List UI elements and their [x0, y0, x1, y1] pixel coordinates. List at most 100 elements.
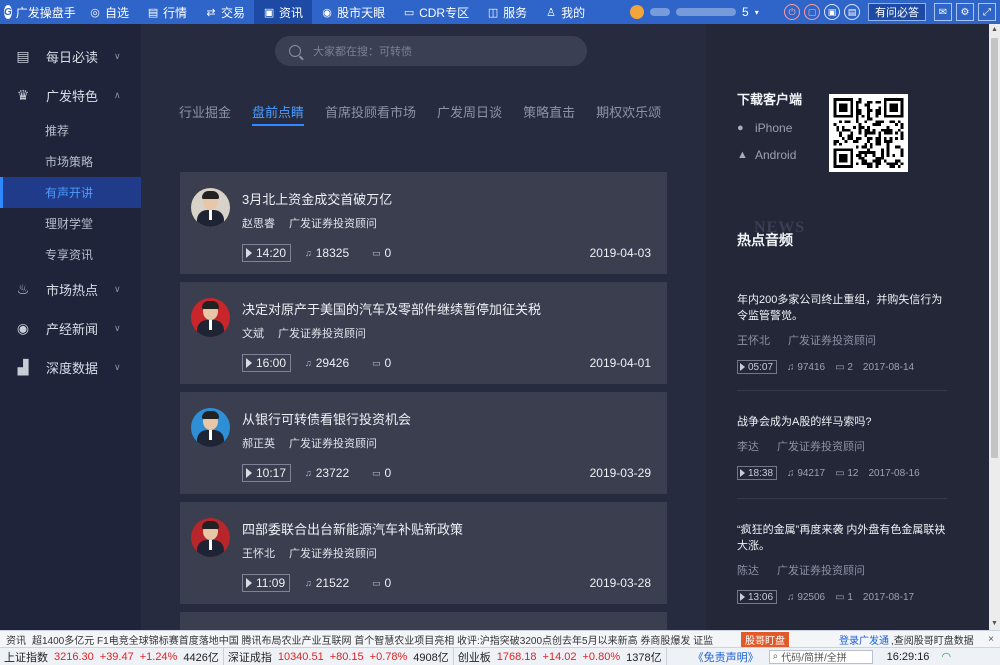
play-count-value: 97416	[797, 361, 826, 373]
crown-icon: ♛	[16, 87, 30, 103]
scroll-down-icon[interactable]: ▼	[989, 618, 1000, 630]
power-icon[interactable]: ⏻	[784, 4, 800, 20]
sidebar-group-industry[interactable]: ◉ 产经新闻 ∨	[0, 309, 141, 348]
clipboard-icon[interactable]: ▤	[844, 4, 860, 20]
mail-icon[interactable]: ✉	[934, 3, 952, 21]
hot-audio-item[interactable]: 年内200多家公司终止重组，并购失信行为令监管警觉。 王怀北 广发证券投资顾问 0…	[737, 292, 949, 374]
disclaimer-link[interactable]: 《免责声明》	[693, 649, 759, 665]
play-button[interactable]: 14:20	[242, 244, 292, 262]
comment-count[interactable]: ▭ 0	[372, 576, 391, 590]
index-change: +39.47	[99, 650, 134, 663]
ask-button[interactable]: 有问必答	[868, 3, 926, 21]
index-amount: 1378亿	[626, 651, 662, 664]
sidebar-item-strategy[interactable]: 市场策略	[0, 146, 141, 177]
comment-count[interactable]: ▭ 0	[372, 246, 391, 260]
hot-audio-item[interactable]: 战争会成为A股的绊马索吗? 李达 广发证券投资顾问 18:38 ♫ 94217 ▭…	[737, 414, 949, 480]
audio-title: 决定对原产于美国的汽车及零部件继续暂停加征关税	[242, 302, 542, 317]
hot-audio-stats: 13:06 ♫ 92506 ▭ 1 2017-08-17	[737, 590, 949, 604]
comment-count[interactable]: ▭ 0	[372, 356, 391, 370]
play-icon	[246, 358, 252, 368]
play-button[interactable]: 10:17	[242, 464, 292, 482]
nav-item-quotes[interactable]: ▤ 行情	[138, 0, 196, 24]
nav-item-service[interactable]: ◫ 服务	[478, 0, 536, 24]
nav-label: 服务	[503, 5, 528, 20]
play-button[interactable]: 18:38	[737, 466, 778, 480]
play-count: ♫ 21522	[305, 576, 349, 590]
nav-item-news[interactable]: ▣ 资讯	[254, 0, 313, 24]
qr-code	[829, 94, 908, 172]
play-button[interactable]: 05:07	[737, 360, 778, 374]
sidebar-item-exclusive[interactable]: 专享资讯	[0, 239, 141, 270]
hot-audio-meta: 李达 广发证券投资顾问	[737, 438, 949, 454]
index-gem[interactable]: 创业板 1768.18 +14.02 +0.80% 1378亿	[454, 648, 667, 665]
scroll-up-icon[interactable]: ▲	[989, 24, 1000, 36]
index-name: 创业板	[457, 651, 491, 664]
author-name: 王怀北	[737, 335, 770, 347]
audio-card[interactable]: 从银行可转债看银行投资机会 郝正英 广发证券投资顾问 10:17 ♫ 23722 …	[180, 392, 667, 494]
headphone-icon: ♫	[305, 358, 312, 368]
nav-item-mine[interactable]: ♙ 我的	[536, 0, 594, 24]
author-org: 广发证券投资顾问	[777, 441, 865, 453]
audio-card[interactable]: 决定对原产于美国的汽车及零部件继续暂停加征关税 文斌 广发证券投资顾问 16:0…	[180, 282, 667, 384]
sidebar-group-featured[interactable]: ♛ 广发特色 ∧	[0, 76, 141, 115]
chevron-down-icon: ∨	[114, 323, 121, 333]
sidebar-group-hot[interactable]: ♨ 市场热点 ∨	[0, 270, 141, 309]
user-account[interactable]: 5 ▾	[630, 5, 780, 19]
restore-icon[interactable]: ⤢	[978, 3, 996, 21]
scrollbar-thumb[interactable]	[991, 38, 998, 458]
tab-chief-advisor[interactable]: 首席投顾看市场	[325, 94, 416, 128]
audio-card-partial[interactable]	[180, 612, 667, 630]
download-iphone[interactable]: ● iPhone	[737, 121, 792, 135]
search-icon	[289, 45, 301, 57]
briefcase-icon[interactable]: ▣	[824, 4, 840, 20]
lock-icon[interactable]: ▢	[804, 4, 820, 20]
audio-meta: 赵思睿 广发证券投资顾问	[242, 215, 377, 231]
cdr-icon: ▭	[403, 6, 415, 19]
audio-title: 四部委联合出台新能源汽车补贴新政策	[242, 522, 464, 537]
search-icon: ⌕	[772, 651, 779, 662]
play-button[interactable]: 11:09	[242, 574, 291, 592]
tab-pre-market[interactable]: 盘前点睛	[252, 94, 305, 128]
nav-item-cdr[interactable]: ▭ CDR专区	[394, 0, 478, 24]
search-input[interactable]: 大家都在搜：可转债	[275, 36, 587, 66]
nav-item-watchlist[interactable]: ◎ 自选	[80, 0, 138, 24]
index-sh[interactable]: 上证指数 3216.30 +39.47 +1.24% 4426亿	[0, 648, 224, 665]
hot-audio-item[interactable]: “疯狂的金属”再度来袭 内外盘有色金属联袂大涨。 陈达 广发证券投资顾问 13:0…	[737, 522, 949, 604]
audio-date: 2019-03-28	[589, 576, 651, 590]
settings-icon[interactable]: ⚙	[956, 3, 974, 21]
chevron-down-icon: ∨	[114, 362, 121, 372]
hot-audio-date: 2017-08-14	[862, 361, 915, 373]
sidebar-item-finance-school[interactable]: 理财学堂	[0, 208, 141, 239]
tab-options[interactable]: 期权欢乐颂	[596, 94, 661, 128]
app-logo-icon: G	[4, 5, 12, 19]
close-icon[interactable]: ×	[988, 634, 1000, 645]
user-suffix: 5	[742, 5, 749, 19]
comment-count[interactable]: ▭ 0	[372, 466, 391, 480]
download-android[interactable]: ▲ Android	[737, 148, 796, 162]
vertical-scrollbar[interactable]: ▲ ▼	[989, 24, 1000, 630]
chevron-down-icon: ▾	[754, 7, 759, 17]
tab-strategy[interactable]: 策略直击	[523, 94, 575, 128]
tab-weekly-talk[interactable]: 广发周日谈	[437, 94, 502, 128]
login-link[interactable]: 登录广发通	[839, 632, 889, 647]
nav-item-market-eye[interactable]: ◉ 股市天眼	[312, 0, 394, 24]
sidebar-item-audio-talks[interactable]: 有声开讲	[0, 177, 141, 208]
iphone-label: iPhone	[755, 121, 793, 135]
qr-code-image	[833, 98, 904, 168]
audio-card[interactable]: 3月北上资金成交首破万亿 赵思睿 广发证券投资顾问 14:20 ♫ 18325 ▭…	[180, 172, 667, 274]
audio-date: 2019-03-29	[589, 466, 651, 480]
sidebar-group-depth[interactable]: ▟ 深度数据 ∨	[0, 348, 141, 387]
sidebar-group-daily[interactable]: ▤ 每日必读 ∨	[0, 37, 141, 76]
play-button[interactable]: 13:06	[737, 590, 778, 604]
play-button[interactable]: 16:00	[242, 354, 292, 372]
ticker-text[interactable]: 超1400多亿元 F1电竞全球锦标赛首度落地中国 腾讯布局农业产业互联网 首个智…	[32, 632, 737, 647]
audio-card[interactable]: 四部委联合出台新能源汽车补贴新政策 王怀北 广发证券投资顾问 11:09 ♫ 21…	[180, 502, 667, 604]
play-icon	[246, 578, 252, 588]
tab-industry[interactable]: 行业掘金	[179, 94, 231, 128]
nav-item-trade[interactable]: ⇄ 交易	[196, 0, 254, 24]
sidebar-item-recommend[interactable]: 推荐	[0, 115, 141, 146]
index-sz[interactable]: 深证成指 10340.51 +80.15 +0.78% 4908亿	[224, 648, 454, 665]
ticker-tag[interactable]: 股哥盯盘	[741, 631, 789, 647]
avatar	[191, 518, 230, 557]
code-search-input[interactable]: ⌕ 代码/简拼/全拼	[768, 649, 873, 664]
